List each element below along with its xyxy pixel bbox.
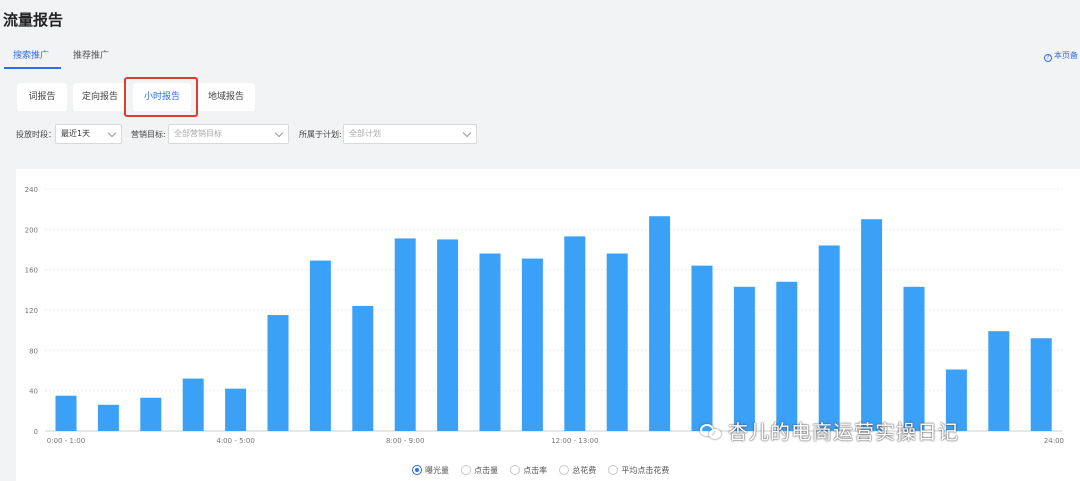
radio-selected-icon <box>412 465 422 475</box>
bar-10:00 - 11:00[interactable] <box>479 253 501 431</box>
bar-15:00 - 16:00[interactable] <box>691 265 713 431</box>
legend-impressions-label: 曝光量 <box>425 466 449 475</box>
x-tick-label: 8:00 - 9:00 <box>386 437 424 445</box>
x-tick-label: 4:00 - 5:00 <box>216 437 254 445</box>
y-tick-label: 160 <box>25 267 38 275</box>
page: 流量报告 搜索推广 推荐推广 ? 本页备 词报告 定向报告 小时报告 地域报告 投… <box>0 0 1080 481</box>
wechat-icon <box>700 423 722 441</box>
legend-avg-cpc-label: 平均点击花费 <box>621 466 670 475</box>
x-tick-label: 12:00 - 13:00 <box>551 437 598 445</box>
y-tick-label: 200 <box>25 226 38 234</box>
y-tick-label: 0 <box>34 428 38 436</box>
x-tick-label: 0:00 - 1:00 <box>47 437 85 445</box>
bar-1:00 - 2:00[interactable] <box>97 404 119 431</box>
y-tick-label: 240 <box>25 186 38 194</box>
y-tick-label: 120 <box>25 307 38 315</box>
legend-total-cost[interactable]: 总花费 <box>559 465 596 476</box>
bar-17:00 - 18:00[interactable] <box>776 281 798 431</box>
radio-icon <box>559 465 570 475</box>
hourly-bar-chart: 0 40 80 120 160 200 240 0:00 - 1:00 4:00 - 5:00 8… <box>25 186 1064 445</box>
radio-icon <box>461 465 472 475</box>
y-tick-label: 80 <box>29 347 38 355</box>
bar-5:00 - 6:00[interactable] <box>267 315 289 431</box>
bar-14:00 - 15:00[interactable] <box>649 216 671 431</box>
chart-legend: 曝光量 点击量 点击率 总花费 平均点击花费 <box>412 458 676 475</box>
x-tick-label: 24:00 <box>1044 437 1064 445</box>
radio-icon <box>608 465 619 475</box>
bar-2:00 - 3:00[interactable] <box>140 397 162 431</box>
bar-9:00 - 10:00[interactable] <box>437 239 459 431</box>
bar-23:00 - 24:00[interactable] <box>1030 338 1052 431</box>
bar-12:00 - 13:00[interactable] <box>564 236 586 431</box>
bar-13:00 - 14:00[interactable] <box>606 253 628 431</box>
bar-11:00 - 12:00[interactable] <box>521 258 543 431</box>
bar-20:00 - 21:00[interactable] <box>903 286 925 431</box>
bar-0:00 - 1:00[interactable] <box>55 395 77 431</box>
bar-19:00 - 20:00[interactable] <box>861 219 883 431</box>
watermark-text: 杏儿的电商运营实操日记 <box>728 420 959 444</box>
legend-ctr[interactable]: 点击率 <box>510 465 547 476</box>
bar-8:00 - 9:00[interactable] <box>394 238 416 431</box>
y-tick-label: 40 <box>29 388 38 396</box>
bar-4:00 - 5:00[interactable] <box>225 388 247 431</box>
legend-avg-cpc[interactable]: 平均点击花费 <box>608 465 669 476</box>
legend-clicks[interactable]: 点击量 <box>461 465 498 476</box>
bar-18:00 - 19:00[interactable] <box>818 245 840 431</box>
bar-6:00 - 7:00[interactable] <box>309 260 331 431</box>
bar-22:00 - 23:00[interactable] <box>988 331 1010 431</box>
radio-icon <box>510 465 521 475</box>
legend-total-cost-label: 总花费 <box>572 466 597 475</box>
watermark: 杏儿的电商运营实操日记 <box>700 416 959 445</box>
legend-ctr-label: 点击率 <box>523 466 548 475</box>
legend-clicks-label: 点击量 <box>474 466 499 475</box>
bar-7:00 - 8:00[interactable] <box>352 305 374 431</box>
bar-3:00 - 4:00[interactable] <box>182 378 204 431</box>
legend-impressions[interactable]: 曝光量 <box>412 465 449 476</box>
bar-16:00 - 17:00[interactable] <box>733 286 755 431</box>
